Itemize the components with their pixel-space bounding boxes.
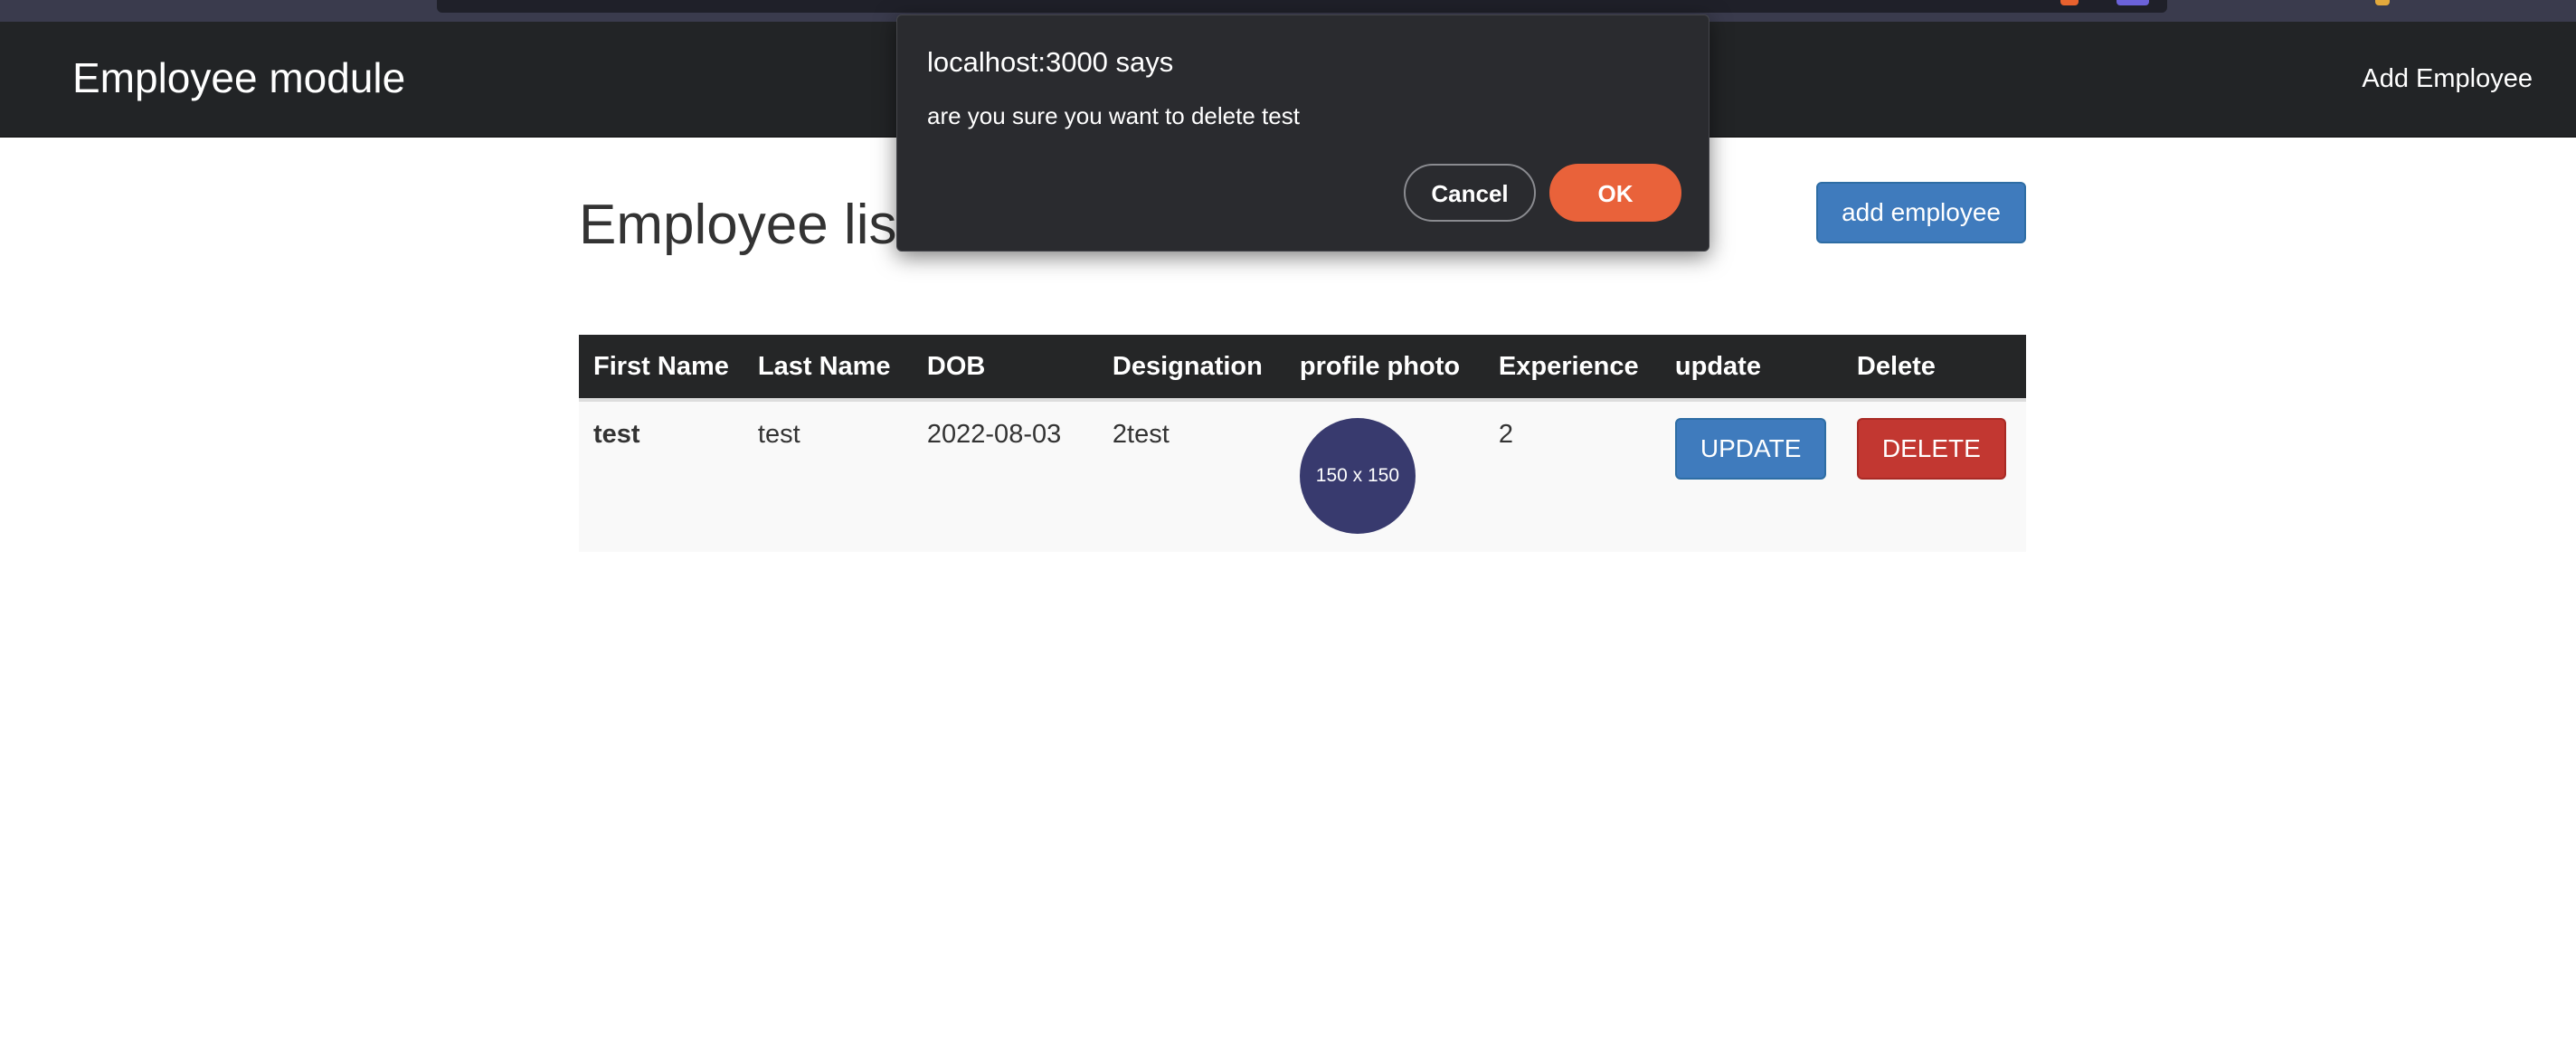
confirm-dialog: localhost:3000 says are you sure you wan… (896, 14, 1709, 252)
cell-experience: 2 (1498, 420, 1514, 449)
cell-dob: 2022-08-03 (926, 420, 1062, 449)
table-header: First Name Last Name DOB Designation pro… (579, 335, 2026, 402)
update-button[interactable]: UPDATE (1674, 418, 1827, 480)
cell-last-name: test (757, 420, 800, 449)
profile-photo-placeholder: 150 x 150 (1299, 418, 1416, 534)
column-header-profile-photo: profile photo (1284, 335, 1484, 402)
dialog-message: are you sure you want to delete test (927, 102, 1300, 129)
extension-icon[interactable] (2117, 0, 2149, 5)
cell-profile-photo: 150 x 150 (1285, 400, 1484, 552)
header-row: First Name Last Name DOB Designation pro… (579, 335, 2026, 402)
delete-button[interactable]: DELETE (1856, 418, 2006, 480)
column-header-delete: Delete (1842, 335, 2026, 402)
address-bar[interactable] (437, 0, 2167, 13)
page-title: Employee list (579, 194, 913, 256)
extension-icon[interactable] (2060, 0, 2079, 5)
dialog-ok-button[interactable]: OK (1549, 164, 1681, 222)
column-header-update: update (1660, 335, 1842, 402)
column-header-experience: Experience (1483, 335, 1661, 402)
cell-delete: DELETE (1842, 400, 2026, 552)
profile-icon[interactable] (2375, 0, 2390, 5)
column-header-dob: DOB (912, 335, 1098, 402)
navbar-brand[interactable]: Employee module (72, 53, 405, 103)
cell-update: UPDATE (1661, 400, 1842, 552)
add-employee-button[interactable]: add employee (1816, 182, 2026, 243)
table-row: test test 2022-08-03 2test 150 x 150 2 U… (579, 400, 2026, 552)
column-header-last-name: Last Name (743, 335, 913, 402)
dialog-cancel-button[interactable]: Cancel (1404, 164, 1536, 222)
employee-table: First Name Last Name DOB Designation pro… (579, 335, 2026, 552)
column-header-first-name: First Name (579, 335, 743, 402)
nav-add-employee-link[interactable]: Add Employee (2362, 64, 2533, 94)
column-header-designation: Designation (1097, 335, 1285, 402)
dialog-title: localhost:3000 says (927, 46, 1174, 78)
cell-designation: 2test (1112, 420, 1170, 449)
cell-first-name: test (593, 420, 640, 449)
